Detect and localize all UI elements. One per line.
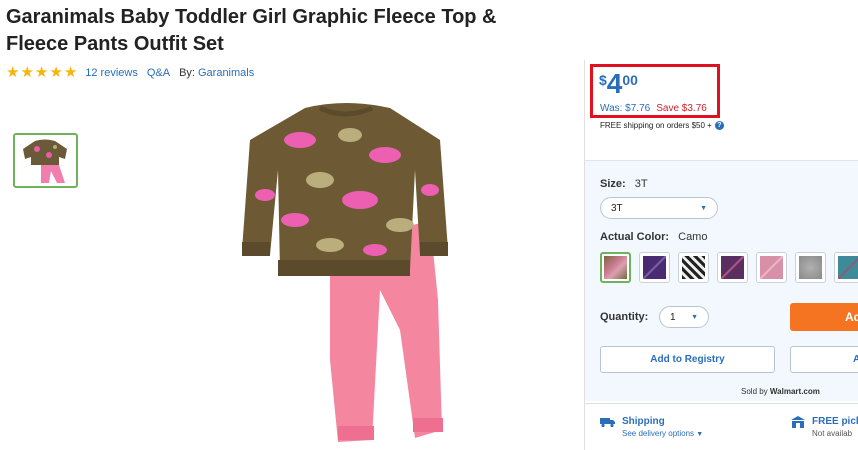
truck-icon xyxy=(600,418,615,428)
add-to-list-button[interactable]: A xyxy=(790,346,858,373)
quantity-row: Quantity: xyxy=(600,311,654,323)
delivery-options-text: See delivery options xyxy=(622,429,695,438)
size-row: Size: 3T xyxy=(600,178,648,190)
swatch-fill xyxy=(604,256,627,279)
product-title: Garanimals Baby Toddler Girl Graphic Fle… xyxy=(6,4,566,58)
swatch-zebra[interactable] xyxy=(678,252,709,283)
star-icon: ★ xyxy=(6,64,20,81)
price-currency: $ xyxy=(599,72,607,88)
add-to-registry-button[interactable]: Add to Registry xyxy=(600,346,775,373)
chevron-down-icon: ▼ xyxy=(691,313,698,321)
swatch-gray[interactable] xyxy=(795,252,826,283)
product-title-line-2: Fleece Pants Outfit Set xyxy=(6,33,224,55)
free-shipping-text: FREE shipping on orders $50 + xyxy=(600,121,712,130)
swatch-fill xyxy=(760,256,783,279)
add-to-cart-label: Ad xyxy=(845,310,858,324)
color-swatches xyxy=(600,252,858,283)
swatch-fill xyxy=(721,256,744,279)
sold-by-prefix: Sold by xyxy=(741,387,768,396)
swatch-pink[interactable] xyxy=(756,252,787,283)
current-price: $ 4 00 xyxy=(599,70,638,98)
sold-by: Sold by Walmart.com xyxy=(741,387,820,396)
quantity-value: 1 xyxy=(670,311,676,323)
reviews-link[interactable]: 12 reviews xyxy=(85,67,138,79)
swatch-fill xyxy=(682,256,705,279)
store-icon xyxy=(791,416,805,428)
size-select-value: 3T xyxy=(611,202,623,214)
swatch-purple[interactable] xyxy=(639,252,670,283)
swatch-teal[interactable] xyxy=(834,252,858,283)
was-price-row: Was: $7.76 Save $3.76 xyxy=(600,103,707,114)
star-icon: ★ xyxy=(20,64,34,81)
was-price: Was: $7.76 xyxy=(600,103,651,114)
help-icon[interactable]: ? xyxy=(714,121,724,130)
product-title-line-1: Garanimals Baby Toddler Girl Graphic Fle… xyxy=(6,6,497,28)
product-image[interactable] xyxy=(210,100,480,443)
price-cents: 00 xyxy=(622,72,638,88)
save-amount: Save $3.76 xyxy=(656,103,707,114)
add-to-cart-button[interactable]: Ad xyxy=(790,303,858,331)
quantity-select[interactable]: 1 ▼ xyxy=(659,306,709,328)
star-icon: ★ xyxy=(63,64,78,81)
outfit-image xyxy=(242,103,448,442)
size-select[interactable]: 3T ▼ xyxy=(600,197,718,219)
size-value: 3T xyxy=(634,178,648,190)
quantity-label: Quantity: xyxy=(600,311,649,323)
by-label: By: xyxy=(179,67,195,79)
shipping-option[interactable]: Shipping See delivery options ▼ xyxy=(600,416,703,441)
outfit-thumbnail-image xyxy=(23,139,67,183)
price-dollars: 4 xyxy=(606,68,623,99)
size-label: Size: xyxy=(600,178,626,190)
pickup-status: Not availab xyxy=(812,429,853,438)
shipping-title: Shipping xyxy=(622,416,665,427)
product-thumbnail[interactable] xyxy=(13,133,78,188)
qa-link[interactable]: Q&A xyxy=(147,67,170,79)
color-row: Actual Color: Camo xyxy=(600,231,707,243)
star-rating[interactable]: ★ ★ ★ ★ ★ xyxy=(6,65,77,81)
swatch-plum[interactable] xyxy=(717,252,748,283)
pickup-option[interactable]: FREE pick Not availab xyxy=(790,416,858,440)
swatch-camo[interactable] xyxy=(600,252,631,283)
delivery-options-link[interactable]: See delivery options ▼ xyxy=(622,428,703,441)
pickup-title: FREE pick xyxy=(812,416,858,427)
star-icon: ★ xyxy=(34,64,49,81)
divider xyxy=(585,403,858,404)
brand-link[interactable]: Garanimals xyxy=(198,67,254,79)
add-to-registry-label: Add to Registry xyxy=(650,354,725,365)
swatch-fill xyxy=(799,256,822,279)
seller-name: Walmart.com xyxy=(769,387,820,396)
color-value: Camo xyxy=(678,231,708,243)
swatch-fill xyxy=(838,256,858,279)
swatch-fill xyxy=(643,256,666,279)
add-to-list-label: A xyxy=(853,354,858,365)
star-icon: ★ xyxy=(49,64,63,81)
color-label: Actual Color: xyxy=(600,231,670,243)
chevron-down-icon: ▼ xyxy=(700,204,707,212)
rating-row: ★ ★ ★ ★ ★ 12 reviews Q&A By: Garanimals xyxy=(6,64,263,82)
free-shipping-note: FREE shipping on orders $50 + ? xyxy=(600,121,724,130)
chevron-down-icon: ▼ xyxy=(696,431,704,438)
